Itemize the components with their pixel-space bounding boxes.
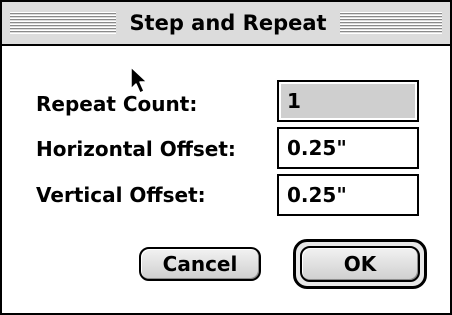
step-and-repeat-dialog: Step and Repeat Repeat Count: 1 Horizont…	[0, 0, 452, 315]
window-title: Step and Repeat	[116, 10, 340, 36]
title-bar[interactable]: Step and Repeat	[2, 2, 450, 46]
repeat-count-field[interactable]: 1	[277, 80, 419, 122]
horizontal-offset-label: Horizontal Offset:	[36, 137, 236, 161]
title-bar-stripes-right	[340, 12, 442, 34]
ok-button[interactable]: OK	[300, 246, 420, 282]
title-bar-stripes-left	[10, 12, 116, 34]
repeat-count-label: Repeat Count:	[36, 92, 198, 116]
vertical-offset-field[interactable]: 0.25"	[277, 174, 419, 216]
dialog-content: Repeat Count: 1 Horizontal Offset: 0.25"…	[2, 46, 450, 313]
horizontal-offset-field[interactable]: 0.25"	[277, 127, 419, 169]
cancel-button[interactable]: Cancel	[139, 247, 261, 281]
vertical-offset-label: Vertical Offset:	[36, 183, 206, 207]
arrow-cursor-icon	[130, 66, 148, 94]
